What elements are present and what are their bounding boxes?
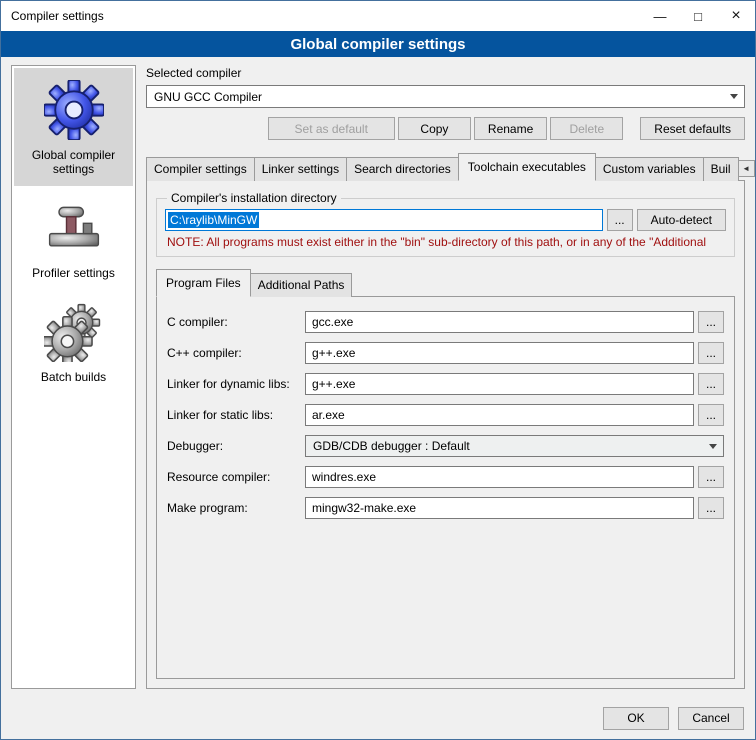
form-row-static-linker: Linker for static libs: ... [167, 404, 724, 426]
reset-defaults-button[interactable]: Reset defaults [640, 117, 745, 140]
main-panel: Selected compiler GNU GCC Compiler Set a… [146, 65, 745, 689]
form-row-resource-compiler: Resource compiler: ... [167, 466, 724, 488]
c-compiler-browse-button[interactable]: ... [698, 311, 724, 333]
install-dir-groupbox: Compiler's installation directory C:\ray… [156, 191, 735, 257]
close-button[interactable]: × [717, 2, 755, 31]
dialog-header: Global compiler settings [1, 31, 755, 57]
blue-gear-icon [44, 80, 104, 140]
install-dir-input[interactable]: C:\raylib\MinGW [165, 209, 603, 231]
compiler-buttons-row: Set as default Copy Rename Delete Reset … [146, 117, 745, 140]
install-dir-note: NOTE: All programs must exist either in … [167, 235, 724, 249]
static-linker-input[interactable] [305, 404, 694, 426]
c-compiler-label: C compiler: [167, 315, 305, 329]
compiler-settings-window: Compiler settings — □ × Global compiler … [0, 0, 756, 740]
c-compiler-input[interactable] [305, 311, 694, 333]
program-subtabs: Program Files Additional Paths [156, 269, 735, 297]
settings-category-list: Global compiler settings Profiler settin… [11, 65, 136, 689]
delete-button: Delete [550, 117, 623, 140]
auto-detect-button[interactable]: Auto-detect [637, 209, 726, 231]
minimize-button[interactable]: — [641, 2, 679, 31]
tab-scroll-buttons: ◄ ► [738, 160, 756, 177]
sidebar-item-label: Profiler settings [32, 266, 115, 280]
form-row-dynamic-linker: Linker for dynamic libs: ... [167, 373, 724, 395]
debugger-select[interactable]: GDB/CDB debugger : Default [305, 435, 724, 457]
tab-custom-variables[interactable]: Custom variables [595, 157, 704, 181]
chevron-down-icon [730, 94, 738, 99]
ok-button[interactable]: OK [603, 707, 669, 730]
install-dir-browse-button[interactable]: ... [607, 209, 633, 231]
profiler-tool-icon [44, 198, 104, 258]
gray-gears-icon [44, 302, 104, 362]
toolchain-executables-panel: Compiler's installation directory C:\ray… [146, 180, 745, 689]
resource-compiler-input[interactable] [305, 466, 694, 488]
compiler-select[interactable]: GNU GCC Compiler [146, 85, 745, 108]
dialog-footer: OK Cancel [1, 697, 755, 739]
dynamic-linker-browse-button[interactable]: ... [698, 373, 724, 395]
install-dir-group-title: Compiler's installation directory [167, 191, 341, 205]
debugger-label: Debugger: [167, 439, 305, 453]
make-program-input[interactable] [305, 497, 694, 519]
copy-button[interactable]: Copy [398, 117, 471, 140]
dialog-body: Global compiler settings Profiler settin… [1, 57, 755, 697]
static-linker-label: Linker for static libs: [167, 408, 305, 422]
tab-build-options-truncated[interactable]: Buil [703, 157, 739, 181]
make-program-browse-button[interactable]: ... [698, 497, 724, 519]
cancel-button[interactable]: Cancel [678, 707, 744, 730]
compiler-select-value: GNU GCC Compiler [154, 90, 262, 104]
install-dir-selected-text: C:\raylib\MinGW [168, 212, 259, 228]
tab-scroll-left-icon[interactable]: ◄ [738, 160, 755, 177]
form-row-cpp-compiler: C++ compiler: ... [167, 342, 724, 364]
tab-compiler-settings[interactable]: Compiler settings [146, 157, 255, 181]
resource-compiler-browse-button[interactable]: ... [698, 466, 724, 488]
titlebar: Compiler settings — □ × [1, 1, 755, 31]
debugger-select-value: GDB/CDB debugger : Default [313, 439, 470, 453]
window-title: Compiler settings [11, 9, 641, 23]
subtab-additional-paths[interactable]: Additional Paths [250, 273, 353, 297]
tab-linker-settings[interactable]: Linker settings [254, 157, 347, 181]
tab-search-directories[interactable]: Search directories [346, 157, 459, 181]
sidebar-item-label: Batch builds [41, 370, 106, 384]
program-files-panel: C compiler: ... C++ compiler: ... Linker… [156, 296, 735, 679]
sidebar-item-batch-builds[interactable]: Batch builds [14, 290, 133, 394]
rename-button[interactable]: Rename [474, 117, 547, 140]
dynamic-linker-label: Linker for dynamic libs: [167, 377, 305, 391]
static-linker-browse-button[interactable]: ... [698, 404, 724, 426]
subtab-program-files[interactable]: Program Files [156, 269, 251, 297]
form-row-c-compiler: C compiler: ... [167, 311, 724, 333]
chevron-down-icon [709, 444, 717, 449]
settings-tabs: Compiler settings Linker settings Search… [146, 153, 745, 181]
tab-toolchain-executables[interactable]: Toolchain executables [458, 153, 596, 181]
install-dir-row: C:\raylib\MinGW ... Auto-detect [165, 209, 726, 231]
resource-compiler-label: Resource compiler: [167, 470, 305, 484]
cpp-compiler-input[interactable] [305, 342, 694, 364]
maximize-button[interactable]: □ [679, 2, 717, 31]
sidebar-item-global-compiler-settings[interactable]: Global compiler settings [14, 68, 133, 186]
dynamic-linker-input[interactable] [305, 373, 694, 395]
cpp-compiler-browse-button[interactable]: ... [698, 342, 724, 364]
make-program-label: Make program: [167, 501, 305, 515]
sidebar-item-label: Global compiler settings [16, 148, 131, 176]
selected-compiler-label: Selected compiler [146, 66, 745, 80]
sidebar-item-profiler-settings[interactable]: Profiler settings [14, 186, 133, 290]
cpp-compiler-label: C++ compiler: [167, 346, 305, 360]
set-as-default-button: Set as default [268, 117, 395, 140]
form-row-debugger: Debugger: GDB/CDB debugger : Default [167, 435, 724, 457]
form-row-make-program: Make program: ... [167, 497, 724, 519]
